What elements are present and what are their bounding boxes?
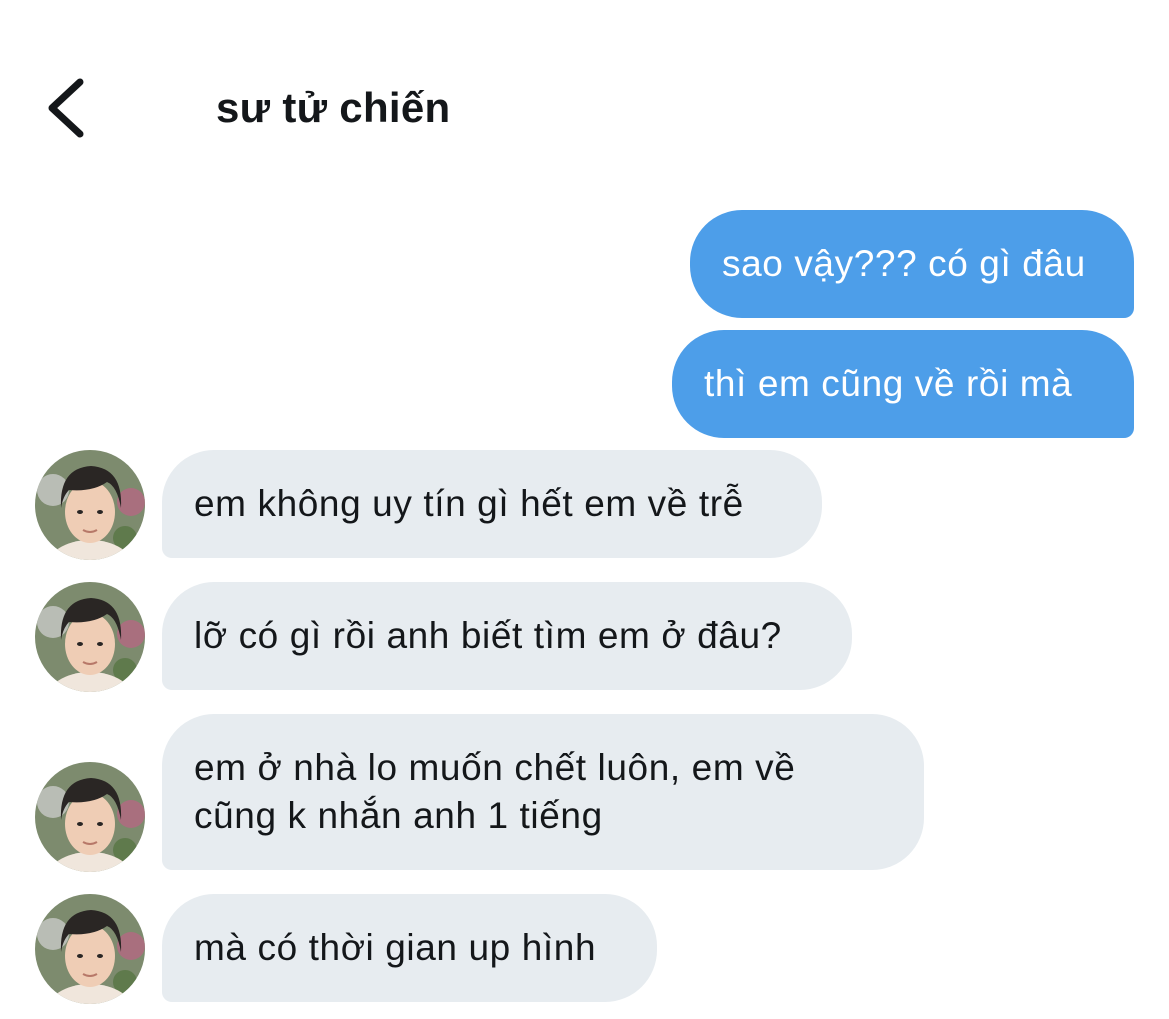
message-text: thì em cũng về rồi mà <box>704 363 1073 404</box>
message-text: em không uy tín gì hết em về trễ <box>194 483 744 524</box>
avatar[interactable] <box>35 450 145 560</box>
avatar[interactable] <box>35 582 145 692</box>
received-message-bubble[interactable]: em ở nhà lo muốn chết luôn, em về cũng k… <box>162 714 924 870</box>
message-text: sao vậy??? có gì đâu <box>722 243 1086 284</box>
message-text-line: em ở nhà lo muốn chết luôn, em về <box>194 747 796 788</box>
received-message-bubble[interactable]: lỡ có gì rồi anh biết tìm em ở đâu? <box>162 582 852 690</box>
user-avatar-photo <box>35 582 145 692</box>
received-message-bubble[interactable]: em không uy tín gì hết em về trễ <box>162 450 822 558</box>
received-message-bubble[interactable]: mà có thời gian up hình <box>162 894 657 1002</box>
user-avatar-photo <box>35 762 145 872</box>
avatar[interactable] <box>35 894 145 1004</box>
message-thread: sao vậy??? có gì đâu thì em cũng về rồi … <box>0 0 1169 1019</box>
sent-message-bubble[interactable]: thì em cũng về rồi mà <box>672 330 1134 438</box>
user-avatar-photo <box>35 894 145 1004</box>
message-text-line: cũng k nhắn anh 1 tiếng <box>194 795 603 836</box>
avatar[interactable] <box>35 762 145 872</box>
sent-message-bubble[interactable]: sao vậy??? có gì đâu <box>690 210 1134 318</box>
message-text: lỡ có gì rồi anh biết tìm em ở đâu? <box>194 615 782 656</box>
message-text: mà có thời gian up hình <box>194 927 597 968</box>
user-avatar-photo <box>35 450 145 560</box>
